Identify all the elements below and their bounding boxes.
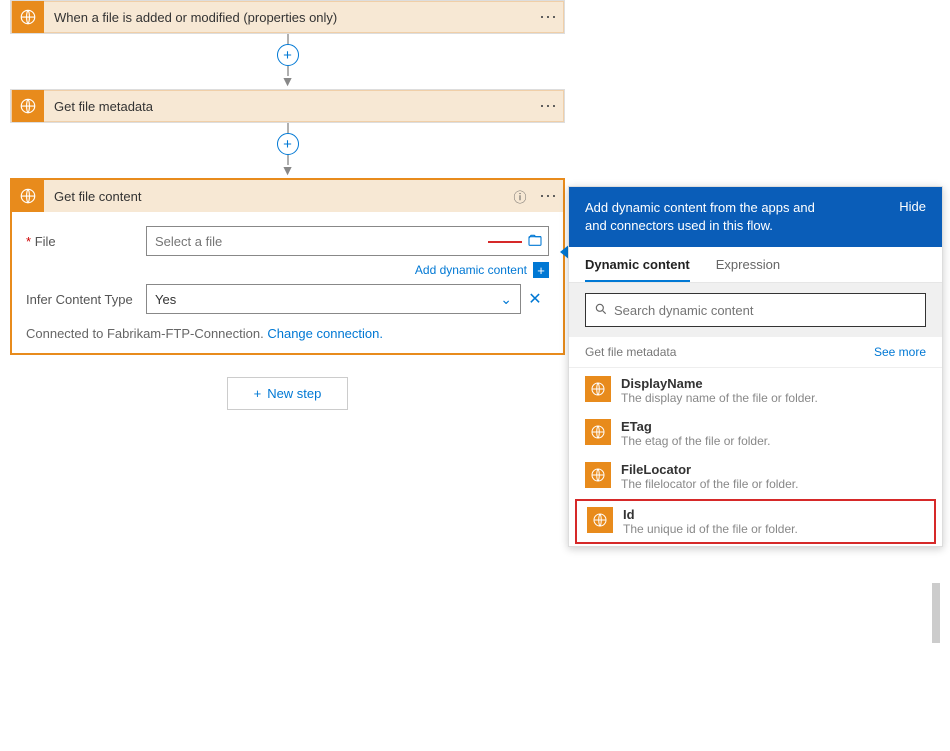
file-input[interactable] [146,226,549,256]
hide-button[interactable]: Hide [899,199,926,214]
arrow-down-icon: ▼ [281,73,295,89]
connector-icon [585,419,611,445]
arrow-down-icon: ▼ [281,162,295,178]
infer-dropdown[interactable]: Yes ⌄ [146,284,521,314]
card-header[interactable]: Get file metadata ⋯ [11,90,564,122]
connector: + ▼ [10,34,565,89]
dropdown-value: Yes [155,292,500,307]
dynamic-content-item[interactable]: DisplayName The display name of the file… [575,370,936,411]
add-dynamic-plus-icon[interactable]: + [533,262,549,278]
search-input[interactable] [614,303,917,318]
dynamic-content-item[interactable]: ETag The etag of the file or folder. [575,413,936,454]
step-card-getcontent[interactable]: Get file content ⓘ ⋯ * File Add dynamic … [10,178,565,355]
info-icon[interactable]: ⓘ [507,187,533,206]
new-step-button[interactable]: + New step [227,377,349,410]
file-label: * File [26,234,146,249]
spellcheck-underline [488,241,522,243]
see-more-link[interactable]: See more [874,345,926,359]
add-step-button[interactable]: + [277,44,299,66]
clear-button[interactable]: ✕ [521,289,549,309]
card-title: Get file content [44,189,507,204]
tab-dynamic-content[interactable]: Dynamic content [585,257,690,282]
connector-icon [12,1,44,33]
dynamic-content-flyout: Add dynamic content from the apps and an… [568,186,943,547]
add-dynamic-content-link[interactable]: Add dynamic content [415,263,527,277]
dynamic-content-item[interactable]: FileLocator The filelocator of the file … [575,456,936,497]
connector-icon [587,507,613,533]
folder-picker-icon[interactable] [522,232,548,251]
chevron-down-icon: ⌄ [500,291,512,308]
card-header[interactable]: Get file content ⓘ ⋯ [12,180,563,212]
search-box[interactable] [585,293,926,327]
connector-icon [585,376,611,402]
connector-icon [585,462,611,488]
tab-row: Dynamic content Expression [569,247,942,283]
trigger-card[interactable]: When a file is added or modified (proper… [10,0,565,34]
scrollbar[interactable] [932,583,940,751]
flyout-header: Add dynamic content from the apps and an… [569,187,942,247]
connection-info: Connected to Fabrikam-FTP-Connection. Ch… [26,326,549,341]
card-header[interactable]: When a file is added or modified (proper… [11,1,564,33]
infer-label: Infer Content Type [26,292,146,307]
step-card-metadata[interactable]: Get file metadata ⋯ [10,89,565,123]
change-connection-link[interactable]: Change connection. [267,326,383,341]
plus-icon: + [254,386,262,401]
dynamic-content-item-id[interactable]: Id The unique id of the file or folder. [575,499,936,544]
tab-expression[interactable]: Expression [716,257,780,282]
connector: + ▼ [10,123,565,178]
card-title: Get file metadata [44,99,533,114]
add-step-button[interactable]: + [277,133,299,155]
search-icon [594,302,608,319]
section-header: Get file metadata See more [569,337,942,367]
connector-icon [12,90,44,122]
connector-icon [12,180,44,212]
card-title: When a file is added or modified (proper… [44,10,533,25]
file-text-input[interactable] [147,234,522,249]
